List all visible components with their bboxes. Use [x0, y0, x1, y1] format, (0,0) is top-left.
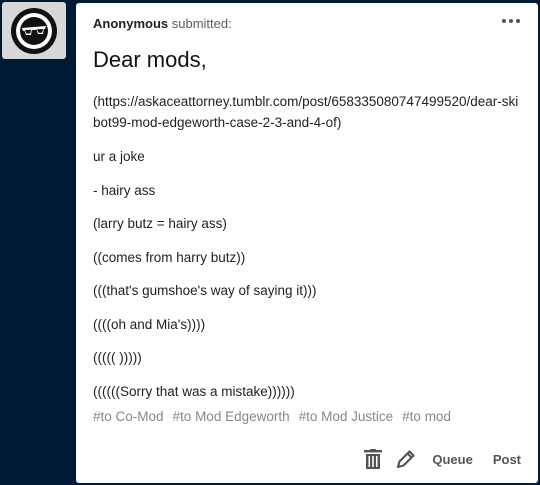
tag-link[interactable]: #to Co-Mod: [93, 409, 164, 424]
body-line-link: (https://askaceattorney.tumblr.com/post/…: [93, 94, 519, 130]
post-body: (https://askaceattorney.tumblr.com/post/…: [93, 91, 523, 414]
tag-list: #to Co-Mod #to Mod Edgeworth #to Mod Jus…: [93, 409, 451, 424]
queue-button[interactable]: Queue: [432, 452, 472, 467]
body-line: ((((((Sorry that was a mistake)))))): [93, 383, 295, 399]
pencil-icon[interactable]: [396, 449, 416, 469]
submission-post: Anonymous submitted: Dear mods, (https:/…: [76, 3, 538, 483]
more-dots-icon[interactable]: [502, 13, 520, 29]
tag-link[interactable]: #to Mod Edgeworth: [173, 409, 290, 424]
avatar[interactable]: [2, 2, 66, 59]
post-header: Anonymous submitted:: [93, 16, 232, 31]
post-button[interactable]: Post: [493, 452, 521, 467]
tag-link[interactable]: #to mod: [402, 409, 451, 424]
body-line: ((((( ))))): [93, 350, 142, 365]
body-line: ((comes from harry butz)): [93, 249, 246, 265]
body-line: ((((oh and Mia's)))): [93, 316, 206, 332]
body-line: (((that's gumshoe's way of saying it))): [93, 283, 317, 298]
submitted-label: submitted:: [171, 16, 232, 31]
body-line: ur a joke: [93, 149, 145, 164]
post-title: Dear mods,: [93, 47, 207, 72]
body-line: - hairy ass: [93, 182, 156, 198]
sunglasses-face-icon: [11, 7, 57, 54]
body-line: (larry butz = hairy ass): [93, 216, 227, 231]
post-toolbar: Queue Post: [364, 449, 521, 469]
trash-icon[interactable]: [364, 449, 383, 469]
author-name[interactable]: Anonymous: [93, 16, 168, 31]
tag-link[interactable]: #to Mod Justice: [299, 409, 394, 424]
